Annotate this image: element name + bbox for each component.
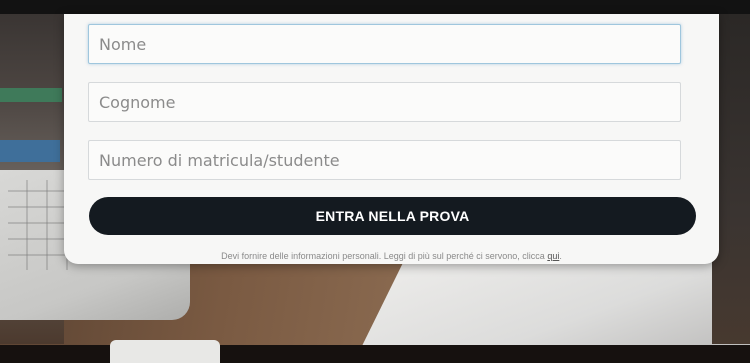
surname-input[interactable] xyxy=(88,82,681,122)
name-input[interactable] xyxy=(88,24,681,64)
privacy-note: Devi fornire delle informazioni personal… xyxy=(64,251,719,261)
background-green-item xyxy=(0,88,62,102)
privacy-note-text: Devi fornire delle informazioni personal… xyxy=(221,251,548,261)
background-device xyxy=(110,340,220,363)
privacy-link[interactable]: qui xyxy=(547,251,559,261)
student-id-input[interactable] xyxy=(88,140,681,180)
background-top xyxy=(0,0,750,14)
privacy-note-end: . xyxy=(559,251,562,261)
background-calculator-keys xyxy=(8,180,68,270)
enter-test-button[interactable]: ENTRA NELLA PROVA xyxy=(89,197,696,235)
screen: ENTRA NELLA PROVA Devi fornire delle inf… xyxy=(0,0,750,363)
background-blue-item xyxy=(0,140,60,162)
login-card: ENTRA NELLA PROVA Devi fornire delle inf… xyxy=(64,14,719,264)
background-paper xyxy=(360,255,750,350)
